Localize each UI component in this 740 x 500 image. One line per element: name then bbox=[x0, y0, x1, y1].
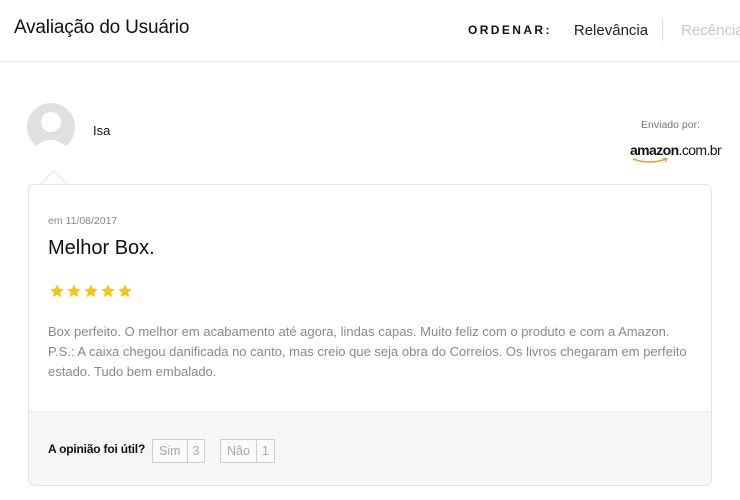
star-icon bbox=[50, 284, 64, 298]
helpful-footer: A opinião foi útil? Sim 3 Não 1 bbox=[29, 411, 711, 485]
sort-divider bbox=[662, 19, 664, 41]
vote-yes-count: 3 bbox=[186, 440, 205, 462]
sort-option-recency[interactable]: Recência bbox=[681, 22, 740, 39]
star-icon bbox=[67, 284, 81, 298]
sort-option-relevance[interactable]: Relevância bbox=[574, 22, 648, 39]
helpful-question: A opinião foi útil? bbox=[48, 442, 146, 456]
sort-label: ORDENAR: bbox=[468, 23, 552, 37]
amazon-smile-icon bbox=[632, 158, 669, 163]
vote-yes-button[interactable]: Sim 3 bbox=[152, 439, 206, 463]
page-title: Avaliação do Usuário bbox=[14, 17, 190, 38]
vote-no-count: 1 bbox=[255, 440, 274, 462]
vote-no-label: Não bbox=[227, 444, 250, 458]
vote-no-button[interactable]: Não 1 bbox=[220, 439, 275, 463]
star-icon bbox=[101, 284, 115, 298]
amazon-logo: amazon.com.br bbox=[630, 142, 722, 166]
sent-by-label: Enviado por: bbox=[641, 119, 700, 131]
user-silhouette-icon bbox=[27, 103, 75, 159]
review-card: em 11/08/2017 Melhor Box. Box perfeito. … bbox=[28, 184, 712, 486]
star-rating bbox=[49, 283, 133, 299]
star-icon bbox=[118, 284, 132, 298]
reviewer-name: Isa bbox=[93, 123, 111, 138]
review-date: em 11/08/2017 bbox=[48, 215, 118, 227]
review-title: Melhor Box. bbox=[48, 237, 155, 259]
amazon-logo-domain: .com.br bbox=[678, 142, 722, 158]
review-body: Box perfeito. O melhor em acabamento até… bbox=[48, 324, 687, 379]
star-icon bbox=[84, 284, 98, 298]
vote-yes-label: Sim bbox=[159, 444, 181, 458]
sort-bar: ORDENAR: Relevância Recência bbox=[468, 19, 740, 41]
page-header: Avaliação do Usuário ORDENAR: Relevância… bbox=[0, 0, 740, 62]
amazon-logo-word: amazon bbox=[630, 142, 679, 158]
